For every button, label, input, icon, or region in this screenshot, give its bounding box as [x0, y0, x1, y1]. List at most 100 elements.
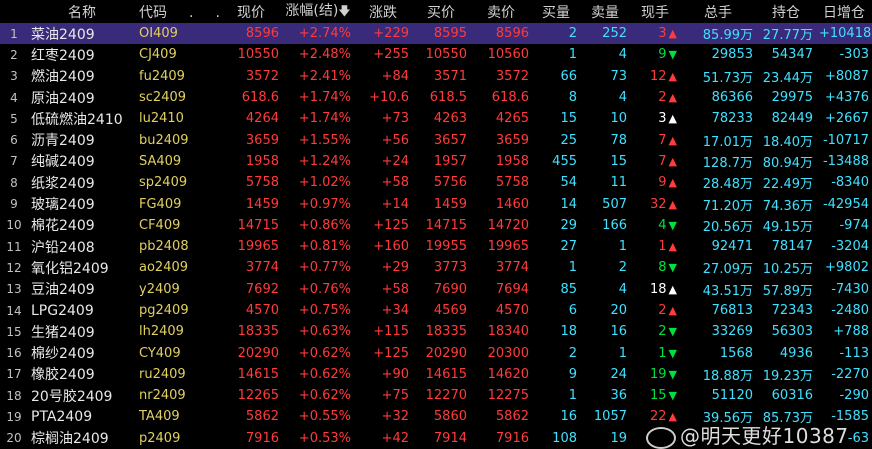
price-change: +32	[381, 409, 409, 425]
last-price: 7916	[245, 430, 279, 446]
row-index: 11	[6, 239, 22, 254]
total-volume: 128.7万	[702, 155, 753, 171]
open-interest: 56303	[771, 324, 813, 340]
current-hand: 15 ▼	[649, 388, 677, 404]
ask-price: 10560	[487, 47, 529, 63]
price-change: +229	[354, 23, 412, 45]
table-row[interactable]: 4 原油2409 sc2409 618.6 +1.74% +10.6 618.5 618.6 8…	[0, 87, 872, 108]
table-row[interactable]: 16 棉纱2409 CY409 20290 +0.62% +125 20290 20300 2 1…	[0, 342, 872, 363]
bid-price: 8595	[412, 23, 470, 45]
open-interest: 10.25万	[762, 262, 813, 278]
col-oi[interactable]: 持仓	[756, 0, 816, 23]
col-hand[interactable]: 现手	[630, 0, 680, 23]
table-row[interactable]: 13 豆油2409 y2409 7692 +0.76% +58 7690 7694 85 4 18 ▲…	[0, 279, 872, 300]
bid-volume: 66	[560, 68, 577, 84]
ask-volume: 36	[610, 388, 627, 404]
ask-volume: 2	[618, 260, 627, 276]
last-price: 14715	[237, 217, 279, 233]
table-row[interactable]: 10 棉花2409 CF409 14715 +0.86% +125 14715 14720 29…	[0, 215, 872, 236]
last-price: 14615	[237, 366, 279, 382]
ask-price: 618.6	[491, 90, 529, 106]
table-row[interactable]: 14 LPG2409 pg2409 4570 +0.75% +34 4569 4570 6 20 2…	[0, 300, 872, 321]
ask-volume: 507	[602, 196, 627, 212]
contract-name: LPG2409	[31, 302, 94, 319]
total-volume: 85.99万	[680, 23, 756, 45]
contract-code: CJ409	[139, 47, 177, 63]
bid-price: 5756	[433, 175, 467, 191]
table-row[interactable]: 15 生猪2409 lh2409 18335 +0.63% +115 18335 18340 1…	[0, 321, 872, 342]
table-row[interactable]: 12 氧化铝2409 ao2409 3774 +0.77% +29 3773 3774 1 2 8 ▼…	[0, 257, 872, 278]
table-row[interactable]: 3 燃油2409 fu2409 3572 +2.41% +84 3571 3572 66 73 12…	[0, 66, 872, 87]
col-dayoi[interactable]: 日增仓	[816, 0, 872, 23]
last-price: 1958	[245, 153, 279, 169]
last-price: 3659	[245, 132, 279, 148]
arrow-up-icon: ▲	[668, 240, 677, 254]
ask-price: 4570	[495, 303, 529, 318]
bid-price: 14715	[425, 217, 467, 233]
bid-price: 4569	[433, 303, 467, 318]
contract-code: bu2409	[139, 132, 189, 148]
daily-oi-change: +788	[833, 324, 869, 340]
col-bid[interactable]: 买价	[412, 0, 470, 23]
table-row[interactable]: 18 20号胶2409 nr2409 12265 +0.62% +75 12270 12275…	[0, 385, 872, 406]
current-hand: 4 ▼	[658, 217, 677, 233]
col-volume[interactable]: 总手	[680, 0, 756, 23]
pct-change: +0.86%	[298, 217, 351, 233]
ask-volume: 1	[618, 345, 627, 361]
table-row[interactable]: 17 橡胶2409 ru2409 14615 +0.62% +90 14615 14620 9 2…	[0, 364, 872, 385]
total-volume: 51120	[711, 388, 753, 404]
pct-change: +0.62%	[298, 345, 351, 361]
table-row[interactable]: 7 纯碱2409 SA409 1958 +1.24% +24 1957 1958 455 15 7 ▲…	[0, 151, 872, 172]
current-hand: 12 ▲	[649, 68, 677, 84]
current-hand: 7 ▲	[658, 153, 677, 169]
ask-volume: 20	[610, 303, 627, 318]
last-price: 618.6	[241, 90, 279, 106]
last-price: 5862	[245, 409, 279, 425]
price-change: +29	[381, 260, 409, 276]
col-code[interactable]: 代码..	[136, 0, 220, 23]
contract-code: TA409	[139, 409, 180, 425]
col-pct[interactable]: 涨幅(结)🡇	[282, 0, 354, 23]
contract-code: CY409	[139, 345, 181, 361]
total-volume: 29853	[711, 47, 753, 63]
current-hand: 1 ▲	[658, 239, 677, 255]
table-row[interactable]: 9 玻璃2409 FG409 1459 +0.97% +14 1459 1460 14 507 32…	[0, 193, 872, 214]
contract-code: FG409	[139, 196, 182, 212]
bid-volume: 18	[560, 324, 577, 340]
row-index: 8	[10, 175, 18, 190]
current-hand: 18 ▲	[649, 281, 677, 297]
table-row[interactable]: 6 沥青2409 bu2409 3659 +1.55% +56 3657 3659 25 78 7 ▲…	[0, 129, 872, 150]
price-change: +42	[381, 430, 409, 446]
col-price[interactable]: 现价	[220, 0, 282, 23]
pct-change: +1.74%	[298, 111, 351, 127]
row-index: 16	[6, 346, 22, 361]
price-change: +255	[373, 47, 409, 63]
ask-volume: 24	[610, 366, 627, 382]
pct-change: +0.81%	[298, 239, 351, 255]
contract-code: pb2408	[139, 239, 189, 255]
last-price: 12265	[237, 388, 279, 404]
ask-price: 18340	[487, 324, 529, 340]
daily-oi-change: -303	[839, 47, 869, 63]
col-ask[interactable]: 卖价	[470, 0, 532, 23]
ask-price: 3659	[495, 132, 529, 148]
table-row[interactable]: 11 沪铅2408 pb2408 19965 +0.81% +160 19955 19965 2…	[0, 236, 872, 257]
col-name[interactable]: 名称	[28, 0, 136, 23]
table-row[interactable]: 8 纸浆2409 sp2409 5758 +1.02% +58 5756 5758 54 11 9 ▲…	[0, 172, 872, 193]
daily-oi-change: -10717	[822, 132, 869, 148]
col-change[interactable]: 涨跌	[354, 0, 412, 23]
ask-volume: 1	[618, 239, 627, 255]
pct-change: +0.75%	[298, 303, 351, 318]
ask-price: 1958	[495, 153, 529, 169]
table-row[interactable]: 1 菜油2409 OI409 8596 +2.74% +229 8595 8596 2 252 3 ▲…	[0, 23, 872, 45]
row-index: 9	[10, 197, 18, 212]
price-change: +34	[381, 303, 409, 318]
price-change: +24	[381, 153, 409, 169]
total-volume: 27.09万	[702, 262, 753, 278]
watermark: @明天更好10387	[646, 420, 849, 449]
col-askvol[interactable]: 卖量	[580, 0, 630, 23]
col-bidvol[interactable]: 买量	[532, 0, 580, 23]
contract-name: 棉花2409	[31, 218, 95, 235]
table-row[interactable]: 5 低硫燃油2410 lu2410 4264 +1.74% +73 4263 4265 15 10…	[0, 108, 872, 129]
table-row[interactable]: 2 红枣2409 CJ409 10550 +2.48% +255 10550 10560 1 4 9…	[0, 44, 872, 65]
